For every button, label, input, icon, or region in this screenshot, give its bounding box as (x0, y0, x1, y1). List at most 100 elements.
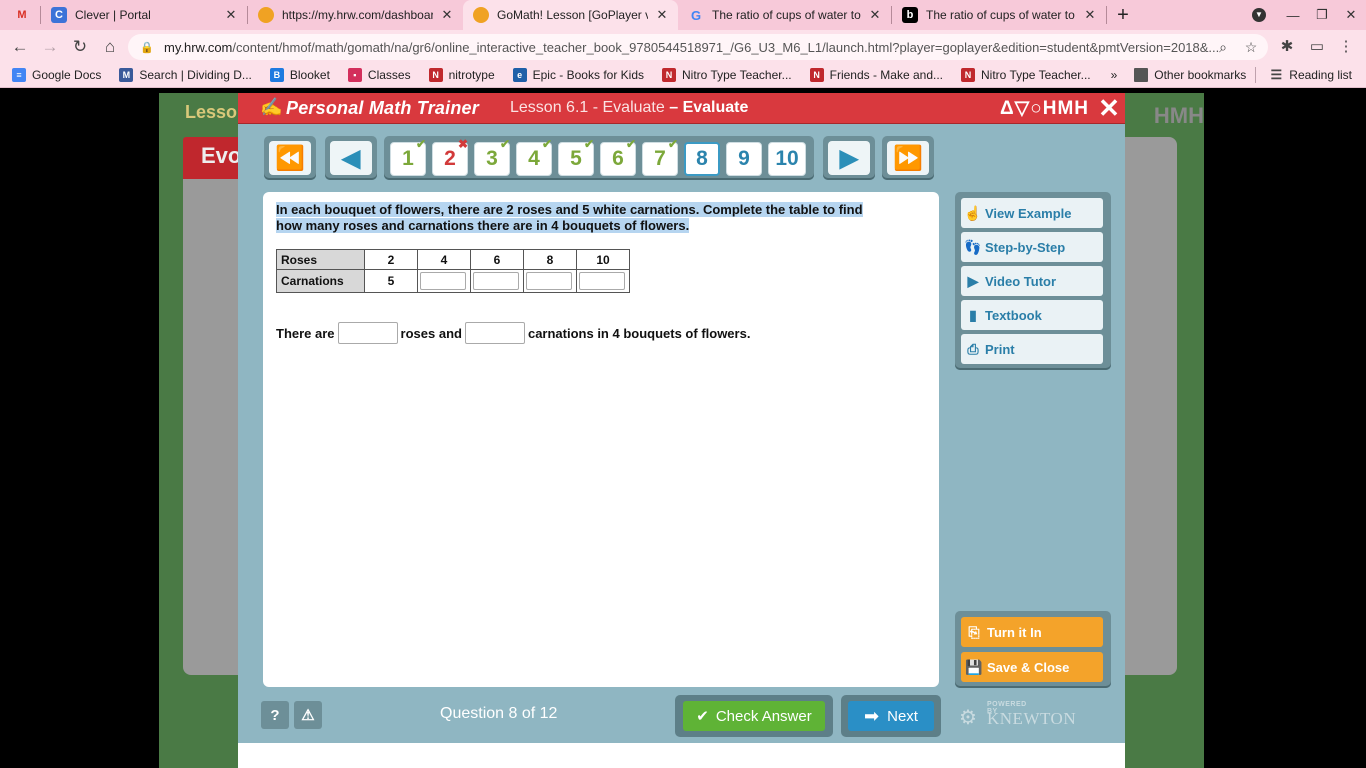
question-1-button[interactable]: 1 ✔ (390, 137, 426, 176)
background-evaluate-label: Evo (183, 137, 243, 179)
home-button[interactable]: ⌂ (96, 33, 124, 61)
table-cell: 5 (364, 269, 418, 293)
close-icon[interactable]: ✕ (223, 7, 239, 23)
window-close-button[interactable]: ✕ (1338, 0, 1364, 30)
close-icon[interactable]: ✕ (439, 7, 455, 23)
table-cell: 2 (364, 249, 418, 270)
question-7-button[interactable]: 7 ✔ (642, 137, 678, 176)
step-by-step-button[interactable]: 👣 Step-by-Step (961, 232, 1103, 262)
gmail-pinned-tab[interactable]: M (14, 0, 30, 30)
close-icon[interactable]: ✕ (867, 7, 883, 23)
carnations-answer-input-2[interactable] (473, 272, 519, 290)
arrow-left-icon: ← (11, 36, 29, 56)
bookmark-nitrotype[interactable]: Nnitrotype (418, 68, 502, 82)
chevron-down-circle-icon: ▼ (1252, 8, 1266, 22)
checkmark-icon: ✔ (541, 137, 552, 151)
carnations-answer-input[interactable] (464, 322, 525, 344)
new-tab-button[interactable]: + (1107, 0, 1139, 30)
check-answer-button[interactable]: ✔ Check Answer (683, 701, 825, 731)
video-tutor-button[interactable]: ▶ Video Tutor (961, 266, 1103, 296)
close-icon[interactable]: ✕ (1082, 7, 1098, 23)
tab-search-button[interactable]: ▼ (1247, 0, 1271, 30)
nitrotype-icon: N (809, 68, 824, 82)
bookmark-blooket[interactable]: B Blooket (259, 68, 337, 82)
last-question-button[interactable]: ⏩ (887, 141, 929, 175)
bookmark-nitro-type-teacher[interactable]: N Nitro Type Teacher... (651, 68, 799, 82)
google-icon: G (690, 7, 702, 23)
restore-button[interactable]: ❐ (1309, 0, 1335, 30)
close-modal-button[interactable]: ✕ (1094, 93, 1124, 123)
question-10-button[interactable]: 10 (768, 142, 806, 176)
bookmark-label: Blooket (289, 68, 330, 82)
carnations-answer-input-4[interactable] (579, 272, 625, 290)
warning-icon: ⚠ (301, 707, 315, 724)
roses-answer-input[interactable] (337, 322, 398, 344)
help-icon: ? (270, 706, 280, 724)
star-icon[interactable]: ☆ (1238, 34, 1264, 60)
bookmark-label: Nitro Type Teacher... (682, 68, 792, 82)
question-number: 10 (775, 147, 799, 170)
bookmark-epic[interactable]: e Epic - Books for Kids (502, 68, 651, 82)
brainly-icon: b (902, 7, 918, 23)
table-row-carnations: Carnations 5 (276, 269, 630, 293)
table-cell (470, 269, 524, 293)
question-5-button[interactable]: 5 ✔ (558, 137, 594, 176)
question-9-button[interactable]: 9 (726, 142, 762, 176)
answer-sentence: There are roses and carnations in 4 bouq… (276, 322, 750, 344)
tab-title: The ratio of cups of water to cup (712, 8, 861, 22)
lock-icon: 🔒 (140, 41, 154, 54)
question-2-button[interactable]: 2 ✖ (432, 137, 468, 176)
hmh-logo: Δ▽○HMH (1000, 98, 1090, 119)
next-question-arrow-button[interactable]: ▶ (828, 141, 870, 175)
cast-icon[interactable]: ▭ (1303, 32, 1331, 60)
reading-list-button[interactable]: ☰ Reading list (1258, 67, 1366, 82)
extensions-icon[interactable]: ✱ (1273, 32, 1301, 60)
close-icon[interactable]: ✕ (654, 7, 670, 23)
bookmark-nitro-type-teacher-2[interactable]: N Nitro Type Teacher... (950, 68, 1098, 82)
carnations-answer-input-1[interactable] (420, 272, 466, 290)
question-content: In each bouquet of flowers, there are 2 … (263, 192, 939, 687)
tab-google-search[interactable]: G The ratio of cups of water to cup ✕ (678, 0, 891, 30)
bookmark-search-dividing[interactable]: M Search | Dividing D... (108, 68, 259, 82)
menu-icon[interactable]: ⋮ (1332, 32, 1360, 60)
bookmarks-overflow-button[interactable]: » (1105, 68, 1124, 82)
help-button[interactable]: ? (261, 701, 289, 729)
next-button[interactable]: ➡ Next (848, 701, 934, 731)
tab-brainly[interactable]: b The ratio of cups of water to cup ✕ (892, 0, 1106, 30)
button-label: Video Tutor (985, 273, 1057, 289)
question-6-button[interactable]: 6 ✔ (600, 137, 636, 176)
report-issue-button[interactable]: ⚠ (294, 701, 322, 729)
bookmark-friends[interactable]: N Friends - Make and... (799, 68, 950, 82)
question-number: 8 (696, 147, 708, 170)
bookmark-label: Epic - Books for Kids (532, 68, 644, 82)
save-and-close-button[interactable]: 💾 Save & Close (961, 652, 1103, 682)
zoom-icon[interactable]: ⌕ (1210, 34, 1236, 60)
bookmark-classes[interactable]: ▪ Classes (337, 68, 418, 82)
reload-button[interactable]: ↻ (66, 33, 94, 61)
textbook-button[interactable]: ▮ Textbook (961, 300, 1103, 330)
turn-it-in-button[interactable]: ⎘ Turn it In (961, 617, 1103, 647)
address-bar[interactable]: 🔒 my.hrw.com/content/hmof/math/gomath/na… (128, 34, 1268, 60)
question-3-button[interactable]: 3 ✔ (474, 137, 510, 176)
checkmark-icon: ✔ (499, 137, 510, 151)
tab-gomath-lesson[interactable]: GoMath! Lesson [GoPlayer v3_0_ ✕ (463, 0, 678, 30)
minimize-button[interactable]: — (1280, 0, 1306, 30)
table-row-roses: Roses 2 4 6 8 10 (276, 249, 630, 270)
tab-hrw-dashboard[interactable]: https://my.hrw.com/dashboard/ ✕ (248, 0, 463, 30)
bookmarks-bar: ≡ Google Docs M Search | Dividing D... B Bl… (0, 63, 1366, 88)
question-4-button[interactable]: 4 ✔ (516, 137, 552, 176)
first-question-button[interactable]: ⏪ (269, 141, 311, 175)
view-example-button[interactable]: ☝ View Example (961, 198, 1103, 228)
previous-question-button[interactable]: ◀ (330, 141, 372, 175)
question-8-button[interactable]: 8 (684, 142, 720, 176)
tab-clever[interactable]: C Clever | Portal ✕ (41, 0, 247, 30)
bookmark-google-docs[interactable]: ≡ Google Docs (0, 68, 108, 82)
back-button[interactable]: ← (6, 33, 34, 61)
bookmark-label: Search | Dividing D... (139, 68, 252, 82)
bookmark-other[interactable]: Other bookmarks (1123, 68, 1253, 82)
save-icon: 💾 (965, 658, 983, 675)
print-button[interactable]: ⎙ Print (961, 334, 1103, 364)
question-number: 9 (738, 147, 750, 170)
forward-button[interactable]: → (36, 33, 64, 61)
carnations-answer-input-3[interactable] (526, 272, 572, 290)
